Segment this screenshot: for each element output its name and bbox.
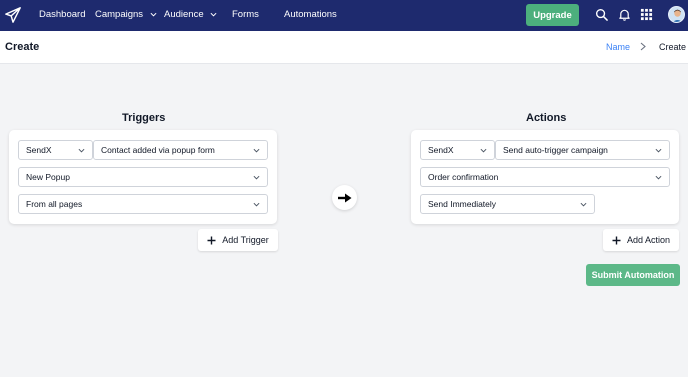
chevron-down-icon [210, 12, 217, 17]
trigger-pages-value: From all pages [26, 199, 83, 209]
action-type-select[interactable]: Send auto-trigger campaign [495, 140, 670, 160]
action-campaign-select[interactable]: Order confirmation [420, 167, 670, 187]
page-header: Create Name Create [0, 31, 688, 64]
trigger-event-select[interactable]: Contact added via popup form [93, 140, 268, 160]
chevron-down-icon [253, 175, 260, 180]
add-trigger-button[interactable]: Add Trigger [198, 229, 278, 251]
nav-campaigns-label: Campaigns [95, 9, 144, 20]
submit-automation-button[interactable]: Submit Automation [586, 264, 680, 286]
chevron-down-icon [253, 202, 260, 207]
trigger-form-value: New Popup [26, 172, 70, 182]
chevron-down-icon [150, 12, 157, 17]
plus-icon [207, 236, 216, 244]
trigger-form-select[interactable]: New Popup [18, 167, 268, 187]
flow-arrow [332, 185, 357, 210]
chevron-down-icon [655, 148, 662, 153]
top-navbar: Dashboard Campaigns Audience Forms Autom… [0, 0, 688, 31]
triggers-card: SendX Contact added via popup form New P… [9, 130, 277, 224]
action-source-select[interactable]: SendX [420, 140, 495, 160]
search-icon[interactable] [595, 8, 608, 21]
chevron-down-icon [480, 148, 487, 153]
chevron-down-icon [253, 148, 260, 153]
breadcrumb-current: Create [659, 42, 687, 52]
upgrade-button[interactable]: Upgrade [526, 4, 579, 26]
trigger-source-select[interactable]: SendX [18, 140, 93, 160]
breadcrumb-link-name[interactable]: Name [606, 42, 630, 52]
add-action-button[interactable]: Add Action [603, 229, 679, 251]
nav-audience-label: Audience [164, 9, 204, 20]
chevron-down-icon [580, 202, 587, 207]
arrow-right-icon [337, 193, 351, 202]
actions-card: SendX Send auto-trigger campaign Order c… [411, 130, 679, 224]
actions-title: Actions [526, 112, 567, 124]
nav-dashboard[interactable]: Dashboard [39, 9, 85, 20]
trigger-source-value: SendX [26, 145, 52, 155]
nav-automations[interactable]: Automations [284, 9, 337, 20]
action-type-value: Send auto-trigger campaign [503, 145, 608, 155]
action-source-value: SendX [428, 145, 454, 155]
nav-forms[interactable]: Forms [232, 9, 259, 20]
plus-icon [612, 236, 621, 244]
add-action-label: Add Action [626, 235, 671, 245]
chevron-right-icon [640, 42, 646, 51]
chevron-down-icon [655, 175, 662, 180]
avatar[interactable] [668, 6, 685, 23]
page-title: Create [5, 41, 40, 53]
action-campaign-value: Order confirmation [428, 172, 499, 182]
grid-icon[interactable] [640, 8, 653, 21]
user-avatar-icon [672, 9, 683, 22]
paper-plane-logo-icon[interactable] [4, 5, 22, 25]
nav-campaigns[interactable]: Campaigns [95, 9, 157, 20]
nav-audience[interactable]: Audience [164, 9, 217, 20]
trigger-event-value: Contact added via popup form [101, 145, 215, 155]
trigger-pages-select[interactable]: From all pages [18, 194, 268, 214]
action-timing-select[interactable]: Send Immediately [420, 194, 595, 214]
add-trigger-label: Add Trigger [222, 235, 269, 245]
action-timing-value: Send Immediately [428, 199, 497, 209]
bell-icon[interactable] [618, 8, 631, 21]
triggers-title: Triggers [122, 112, 166, 124]
chevron-down-icon [78, 148, 85, 153]
